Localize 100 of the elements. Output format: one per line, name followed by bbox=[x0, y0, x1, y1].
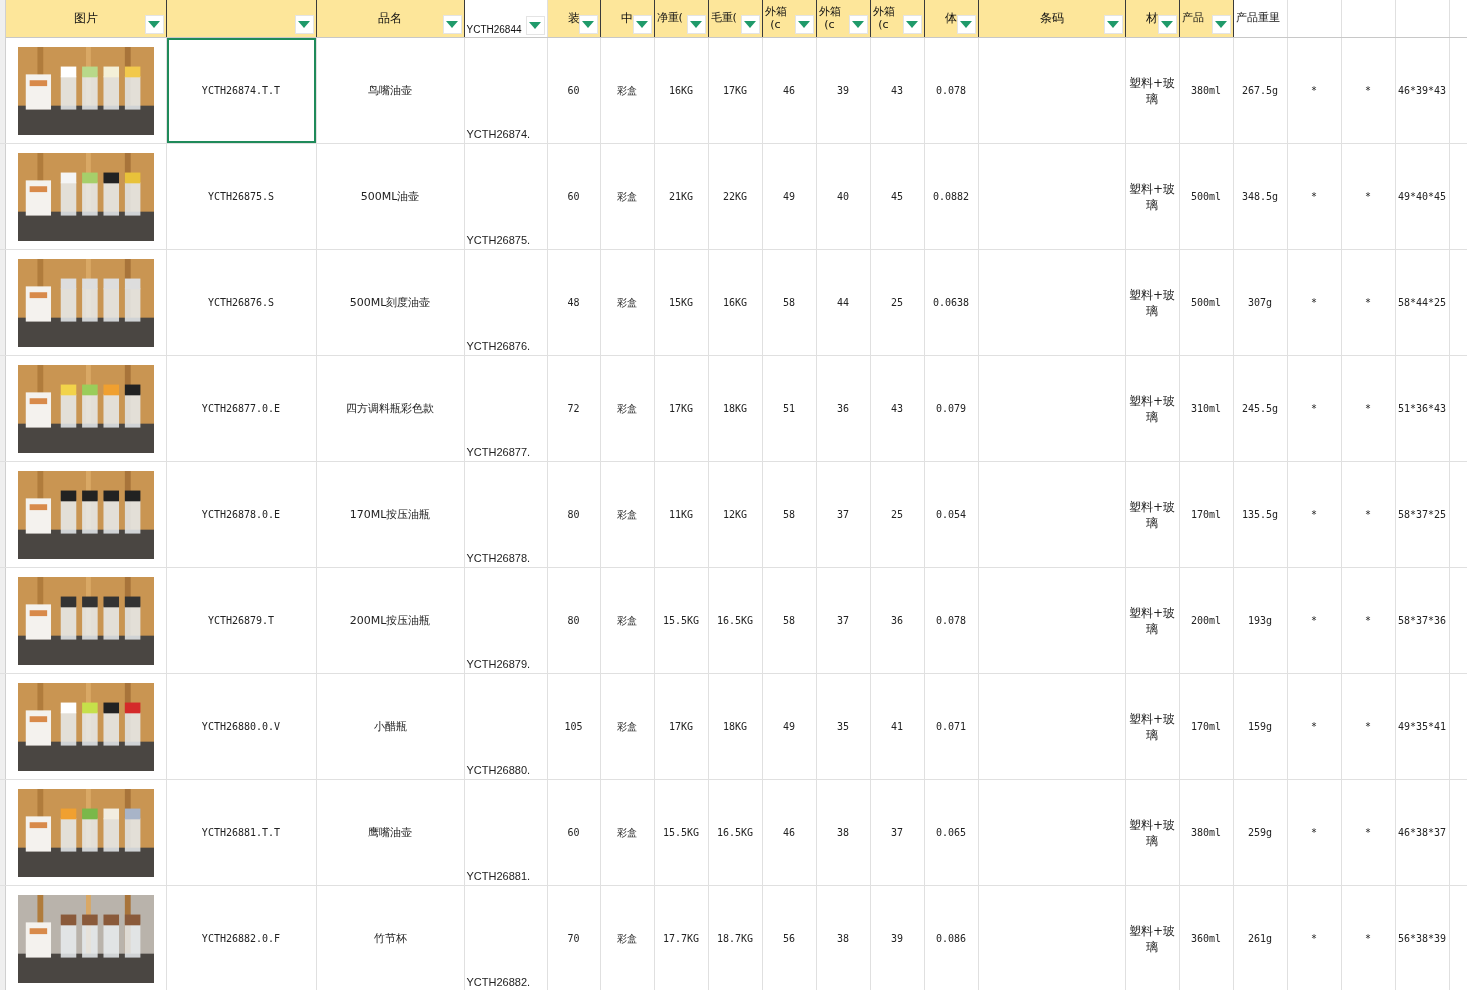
table-cell: 60 bbox=[567, 85, 580, 96]
column-header[interactable]: 中 bbox=[600, 0, 654, 38]
table-cell: 58*37*36 bbox=[1397, 615, 1447, 626]
table-cell: 16.5KG bbox=[716, 615, 754, 626]
table-cell: * bbox=[1365, 827, 1371, 838]
header-label: 外箱 (c bbox=[764, 6, 787, 31]
table-cell: 38 bbox=[836, 933, 849, 944]
filter-button[interactable] bbox=[1211, 15, 1231, 34]
table-cell[interactable]: YCTH26882.0.F bbox=[166, 886, 316, 990]
table-cell: 彩盒 bbox=[617, 84, 637, 96]
table-cell: * bbox=[1365, 403, 1371, 414]
column-header[interactable]: 外箱 (c bbox=[870, 0, 924, 38]
filter-button[interactable] bbox=[794, 15, 814, 34]
table-cell: 18KG bbox=[722, 721, 748, 732]
filter-button[interactable] bbox=[686, 15, 706, 34]
header-label: 产品 bbox=[1181, 12, 1204, 25]
table-cell: 58 bbox=[782, 615, 795, 626]
table-cell[interactable]: YCTH26881.T.T bbox=[166, 780, 316, 885]
table-cell: 鸟嘴油壶 bbox=[368, 84, 412, 97]
table-cell: 170ML按压油瓶 bbox=[349, 508, 431, 521]
column-header[interactable]: 装 bbox=[547, 0, 600, 38]
column-header[interactable]: 产品重里 bbox=[1233, 0, 1287, 38]
table-cell: 267.5g bbox=[1241, 85, 1279, 96]
filter-button[interactable] bbox=[740, 15, 760, 34]
table-cell[interactable]: YCTH26878.0.E bbox=[166, 462, 316, 567]
filter-button[interactable] bbox=[902, 15, 922, 34]
table-cell: 17KG bbox=[722, 85, 748, 96]
table-cell: 彩盒 bbox=[617, 508, 637, 520]
table-cell: 261g bbox=[1247, 933, 1273, 944]
filter-button[interactable] bbox=[848, 15, 868, 34]
table-cell: 380ml bbox=[1190, 85, 1222, 96]
column-header[interactable]: 条码 bbox=[978, 0, 1125, 38]
column-header[interactable]: 材 bbox=[1125, 0, 1179, 38]
table-cell: 500ML油壶 bbox=[360, 190, 420, 203]
table-cell[interactable]: YCTH26880.0.V bbox=[166, 674, 316, 779]
table-cell: 37 bbox=[836, 615, 849, 626]
table-cell[interactable]: YCTH26876.S bbox=[166, 250, 316, 355]
table-cell: 0.086 bbox=[935, 933, 967, 944]
filter-button[interactable] bbox=[525, 16, 545, 35]
filter-button[interactable] bbox=[442, 15, 462, 34]
column-header[interactable]: 品名 bbox=[316, 0, 464, 38]
dropdown-icon bbox=[744, 20, 756, 29]
dropdown-icon bbox=[906, 20, 918, 29]
table-cell: * bbox=[1311, 721, 1317, 732]
table-cell: 72 bbox=[567, 403, 580, 414]
table-cell: * bbox=[1365, 721, 1371, 732]
table-cell[interactable]: YCTH26879.T bbox=[166, 568, 316, 673]
table-cell: 43 bbox=[890, 403, 903, 414]
filter-button[interactable] bbox=[956, 15, 976, 34]
table-cell[interactable]: YCTH26877.0.E bbox=[166, 356, 316, 461]
table-cell: 60 bbox=[567, 191, 580, 202]
filter-button[interactable] bbox=[632, 15, 652, 34]
table-cell: 51*36*43 bbox=[1397, 403, 1447, 414]
header-label: 装 bbox=[567, 11, 580, 26]
table-cell: 41 bbox=[890, 721, 903, 732]
filter-button[interactable] bbox=[294, 15, 314, 34]
table-cell-text: 塑料+玻璃 bbox=[1127, 816, 1177, 849]
table-cell: YCTH26877. bbox=[466, 446, 531, 458]
table-cell: * bbox=[1311, 933, 1317, 944]
table-cell: 16KG bbox=[668, 85, 694, 96]
table-cell: 36 bbox=[890, 615, 903, 626]
table-cell: 380ml bbox=[1190, 827, 1222, 838]
table-cell: * bbox=[1365, 85, 1371, 96]
table-cell: 17KG bbox=[668, 721, 694, 732]
column-header[interactable]: YCTH26844 bbox=[464, 0, 547, 38]
table-cell[interactable]: YCTH26874.T.T bbox=[166, 38, 316, 143]
dropdown-icon bbox=[298, 20, 310, 29]
table-cell: 500ml bbox=[1190, 191, 1222, 202]
column-header[interactable]: 净重( bbox=[654, 0, 708, 38]
column-header[interactable]: 外箱 (c bbox=[816, 0, 870, 38]
table-cell: 80 bbox=[567, 509, 580, 520]
column-header[interactable]: 图片 bbox=[5, 0, 166, 38]
table-cell-text: 塑料+玻璃 bbox=[1127, 922, 1177, 955]
column-header[interactable]: 毛重( bbox=[708, 0, 762, 38]
filter-button[interactable] bbox=[144, 15, 164, 34]
filter-button[interactable] bbox=[1103, 15, 1123, 34]
table-cell: 500ml bbox=[1190, 297, 1222, 308]
table-cell: 307g bbox=[1247, 297, 1273, 308]
table-cell: 46 bbox=[782, 85, 795, 96]
header-label: 净重( bbox=[656, 12, 683, 25]
table-cell[interactable]: YCTH26875.S bbox=[166, 144, 316, 249]
dropdown-icon bbox=[446, 20, 458, 29]
header-label: 外箱 (c bbox=[872, 6, 895, 31]
filter-button[interactable] bbox=[578, 15, 598, 34]
header-label: 外箱 (c bbox=[818, 6, 841, 31]
header-label: 材 bbox=[1146, 11, 1158, 26]
filter-button[interactable] bbox=[1157, 15, 1177, 34]
column-header[interactable]: 产品 bbox=[1179, 0, 1233, 38]
table-cell: 0.0882 bbox=[932, 191, 970, 202]
table-cell: * bbox=[1311, 827, 1317, 838]
dropdown-icon bbox=[529, 21, 541, 30]
column-header[interactable]: 体 bbox=[924, 0, 978, 38]
table-cell: YCTH26881. bbox=[466, 870, 531, 882]
table-cell: 17.7KG bbox=[662, 933, 700, 944]
column-header[interactable]: 外箱 (c bbox=[762, 0, 816, 38]
table-cell: 43 bbox=[890, 85, 903, 96]
table-cell: 21KG bbox=[668, 191, 694, 202]
table-cell: 35 bbox=[836, 721, 849, 732]
table-cell-text: 塑料+玻璃 bbox=[1127, 286, 1177, 319]
table-cell: YCTH26876. bbox=[466, 340, 531, 352]
